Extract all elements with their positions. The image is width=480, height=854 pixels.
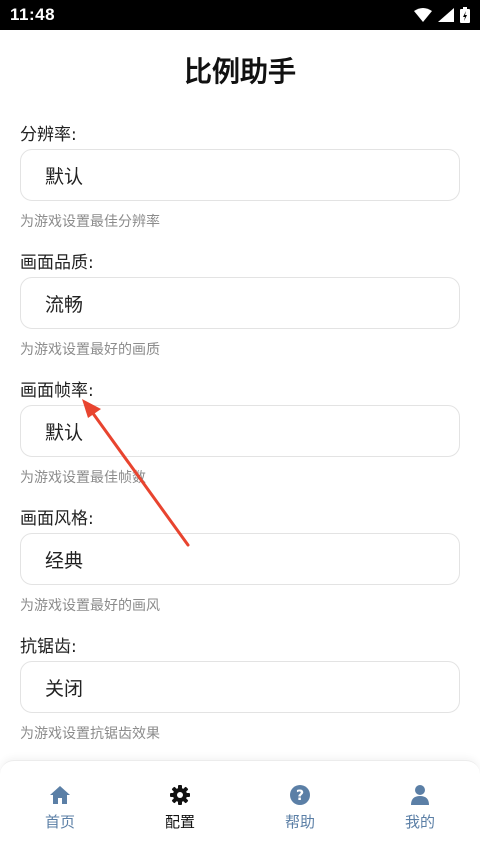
bottom-tab-bar: 首页 配置 ? 帮助 我的: [0, 760, 480, 854]
framerate-hint: 为游戏设置最佳帧数: [20, 470, 146, 486]
framerate-select[interactable]: 默认: [20, 405, 460, 457]
status-icons: [414, 7, 470, 23]
tab-home-label: 首页: [44, 813, 75, 831]
tab-mine[interactable]: 我的: [360, 761, 480, 854]
tab-home[interactable]: 首页: [0, 761, 120, 854]
help-icon: ?: [289, 784, 311, 806]
resolution-label: 分辨率:: [20, 125, 77, 145]
tab-config[interactable]: 配置: [120, 761, 240, 854]
home-icon: [49, 784, 71, 806]
style-select[interactable]: 经典: [20, 533, 460, 585]
gear-icon: [169, 784, 191, 806]
style-label: 画面风格:: [20, 509, 94, 529]
status-bar: 11:48: [0, 0, 480, 30]
tab-help[interactable]: ? 帮助: [240, 761, 360, 854]
tab-help-label: 帮助: [284, 813, 315, 831]
resolution-select[interactable]: 默认: [20, 149, 460, 201]
tab-mine-label: 我的: [404, 813, 435, 831]
signal-icon: [438, 8, 454, 22]
quality-value: 流畅: [45, 293, 84, 316]
svg-text:?: ?: [296, 788, 304, 804]
antialias-hint: 为游戏设置抗锯齿效果: [20, 726, 160, 742]
quality-label: 画面品质:: [20, 253, 94, 273]
quality-hint: 为游戏设置最好的画质: [20, 342, 160, 358]
style-value: 经典: [45, 549, 84, 572]
framerate-label: 画面帧率:: [20, 381, 94, 401]
antialias-value: 关闭: [45, 677, 84, 700]
tab-config-label: 配置: [164, 813, 195, 831]
antialias-label: 抗锯齿:: [20, 637, 77, 657]
quality-select[interactable]: 流畅: [20, 277, 460, 329]
status-time: 11:48: [10, 5, 56, 24]
user-icon: [409, 784, 431, 806]
style-hint: 为游戏设置最好的画风: [20, 598, 160, 614]
resolution-value: 默认: [45, 165, 84, 188]
resolution-hint: 为游戏设置最佳分辨率: [20, 214, 160, 230]
framerate-value: 默认: [45, 421, 84, 444]
battery-icon: [460, 7, 470, 23]
antialias-select[interactable]: 关闭: [20, 661, 460, 713]
wifi-icon: [414, 8, 432, 22]
page-title: 比例助手: [183, 55, 296, 88]
